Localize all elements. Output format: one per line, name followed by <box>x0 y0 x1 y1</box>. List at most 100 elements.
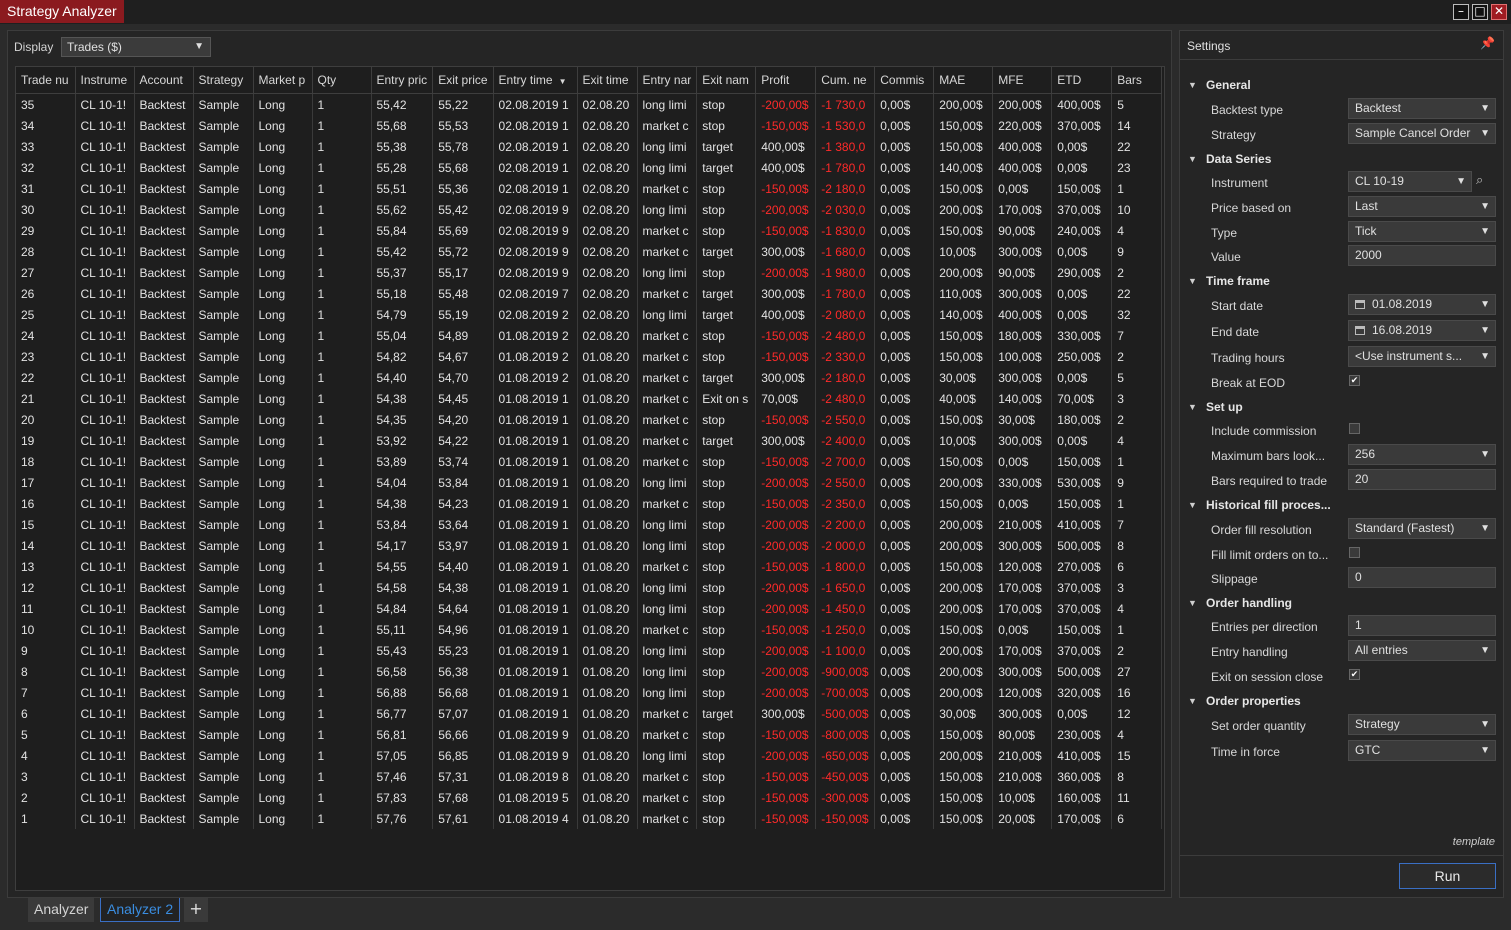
table-row[interactable]: 5 CL 10-1! Backtest Sample Long 1 56,81 56,66 01… <box>16 724 1163 745</box>
table-row[interactable]: 9 CL 10-1! Backtest Sample Long 1 55,43 55,23 01… <box>16 640 1163 661</box>
table-row[interactable]: 33 CL 10-1! Backtest Sample Long 1 55,38 55,78 0… <box>16 136 1163 157</box>
checkbox[interactable] <box>1349 547 1360 558</box>
table-row[interactable]: 34 CL 10-1! Backtest Sample Long 1 55,68 55,53 0… <box>16 115 1163 136</box>
checkbox[interactable]: ✔ <box>1349 375 1360 386</box>
dropdown-select[interactable]: All entries ▼ <box>1348 640 1496 661</box>
table-row[interactable]: 20 CL 10-1! Backtest Sample Long 1 54,35 54,20 0… <box>16 409 1163 430</box>
table-row[interactable]: 23 CL 10-1! Backtest Sample Long 1 54,82 54,67 0… <box>16 346 1163 367</box>
text-field[interactable]: 20 <box>1348 469 1496 490</box>
text-field[interactable]: 2000 <box>1348 245 1496 266</box>
display-select[interactable]: Trades ($) ▼ <box>61 37 211 57</box>
maximize-icon[interactable]: □ <box>1472 4 1488 20</box>
table-row[interactable]: 30 CL 10-1! Backtest Sample Long 1 55,62 55,42 0… <box>16 199 1163 220</box>
table-row[interactable]: 11 CL 10-1! Backtest Sample Long 1 54,84 54,64 0… <box>16 598 1163 619</box>
table-row[interactable]: 2 CL 10-1! Backtest Sample Long 1 57,83 57,68 01… <box>16 787 1163 808</box>
column-header[interactable]: Qty <box>312 67 372 94</box>
dropdown-select[interactable]: GTC ▼ <box>1348 740 1496 761</box>
table-row[interactable]: 17 CL 10-1! Backtest Sample Long 1 54,04 53,84 0… <box>16 472 1163 493</box>
column-header[interactable]: ETD <box>1051 67 1113 94</box>
column-header[interactable]: Entry pric <box>371 67 434 94</box>
template-link[interactable]: template <box>1453 836 1495 848</box>
column-header[interactable]: Account <box>134 67 194 94</box>
checkbox[interactable] <box>1349 423 1360 434</box>
minimize-icon[interactable]: – <box>1453 4 1469 20</box>
column-header[interactable]: Commis <box>874 67 935 94</box>
tab-analyzer[interactable]: Analyzer <box>28 898 95 922</box>
table-row[interactable]: 31 CL 10-1! Backtest Sample Long 1 55,51 55,36 0… <box>16 178 1163 199</box>
table-row[interactable]: 21 CL 10-1! Backtest Sample Long 1 54,38 54,45 0… <box>16 388 1163 409</box>
column-header[interactable]: Cum. ne <box>815 67 876 94</box>
instrument-select[interactable]: CL 10-19 ▼ <box>1348 171 1472 192</box>
table-row[interactable]: 15 CL 10-1! Backtest Sample Long 1 53,84 53,64 0… <box>16 514 1163 535</box>
table-cell: 01.08.2019 1 <box>493 682 578 703</box>
table-row[interactable]: 16 CL 10-1! Backtest Sample Long 1 54,38 54,23 0… <box>16 493 1163 514</box>
column-header[interactable]: Exit price <box>432 67 494 94</box>
collapse-arrow-icon[interactable]: ▼ <box>1188 500 1197 510</box>
table-row[interactable]: 19 CL 10-1! Backtest Sample Long 1 53,92 54,22 0… <box>16 430 1163 451</box>
dropdown-select[interactable]: 256 ▼ <box>1348 444 1496 465</box>
dropdown-select[interactable]: Backtest ▼ <box>1348 98 1496 119</box>
text-field[interactable]: 0 <box>1348 567 1496 588</box>
column-header[interactable]: Entry nar <box>637 67 698 94</box>
table-row[interactable]: 32 CL 10-1! Backtest Sample Long 1 55,28 55,68 0… <box>16 157 1163 178</box>
date-picker[interactable]: 01.08.2019 ▼ <box>1348 294 1496 315</box>
table-row[interactable]: 29 CL 10-1! Backtest Sample Long 1 55,84 55,69 0… <box>16 220 1163 241</box>
dropdown-select[interactable]: <Use instrument s... ▼ <box>1348 346 1496 367</box>
table-cell: 300,00$ <box>992 703 1053 724</box>
column-header[interactable]: Strategy <box>193 67 254 94</box>
column-header[interactable]: Entry time ▼ <box>493 67 578 94</box>
pin-icon[interactable]: 📌 <box>1480 36 1495 50</box>
table-row[interactable]: 26 CL 10-1! Backtest Sample Long 1 55,18 55,48 0… <box>16 283 1163 304</box>
table-row[interactable]: 14 CL 10-1! Backtest Sample Long 1 54,17 53,97 0… <box>16 535 1163 556</box>
close-icon[interactable]: ✕ <box>1491 4 1507 20</box>
dropdown-select[interactable]: Standard (Fastest) ▼ <box>1348 518 1496 539</box>
table-row[interactable]: 12 CL 10-1! Backtest Sample Long 1 54,58 54,38 0… <box>16 577 1163 598</box>
table-row[interactable]: 28 CL 10-1! Backtest Sample Long 1 55,42 55,72 0… <box>16 241 1163 262</box>
dropdown-select[interactable]: Strategy ▼ <box>1348 714 1496 735</box>
text-field[interactable]: 1 <box>1348 615 1496 636</box>
table-row[interactable]: 25 CL 10-1! Backtest Sample Long 1 54,79 55,19 0… <box>16 304 1163 325</box>
dropdown-select[interactable]: Tick ▼ <box>1348 221 1496 242</box>
table-row[interactable]: 1 CL 10-1! Backtest Sample Long 1 57,76 57,61 01… <box>16 808 1163 829</box>
search-icon[interactable]: ⌕ <box>1476 172 1483 188</box>
table-row[interactable]: 3 CL 10-1! Backtest Sample Long 1 57,46 57,31 01… <box>16 766 1163 787</box>
table-row[interactable]: 10 CL 10-1! Backtest Sample Long 1 55,11 54,96 0… <box>16 619 1163 640</box>
table-row[interactable]: 6 CL 10-1! Backtest Sample Long 1 56,77 57,07 01… <box>16 703 1163 724</box>
trades-grid[interactable]: Trade nu Instrume Account Strategy Market p Q… <box>15 66 1165 891</box>
column-header[interactable]: Exit time <box>577 67 638 94</box>
table-cell: 01.08.2019 1 <box>493 577 578 598</box>
table-row[interactable]: 35 CL 10-1! Backtest Sample Long 1 55,42 55,22 0… <box>16 93 1163 115</box>
table-row[interactable]: 24 CL 10-1! Backtest Sample Long 1 55,04 54,89 0… <box>16 325 1163 346</box>
collapse-arrow-icon[interactable]: ▼ <box>1188 598 1197 608</box>
column-header[interactable]: Profit <box>755 67 817 94</box>
collapse-arrow-icon[interactable]: ▼ <box>1188 154 1197 164</box>
column-header[interactable]: Bars <box>1111 67 1163 94</box>
table-row[interactable]: 8 CL 10-1! Backtest Sample Long 1 56,58 56,38 01… <box>16 661 1163 682</box>
collapse-arrow-icon[interactable]: ▼ <box>1188 696 1197 706</box>
collapse-arrow-icon[interactable]: ▼ <box>1188 402 1197 412</box>
column-header[interactable]: Market p <box>253 67 313 94</box>
column-header[interactable]: Exit nam <box>696 67 757 94</box>
table-row[interactable]: 18 CL 10-1! Backtest Sample Long 1 53,89 53,74 0… <box>16 451 1163 472</box>
table-row[interactable]: 22 CL 10-1! Backtest Sample Long 1 54,40 54,70 0… <box>16 367 1163 388</box>
tab-analyzer-2[interactable]: Analyzer 2 <box>100 898 181 922</box>
column-header[interactable]: Instrume <box>75 67 135 94</box>
collapse-arrow-icon[interactable]: ▼ <box>1188 276 1197 286</box>
column-header[interactable]: MAE <box>933 67 994 94</box>
dropdown-select[interactable]: Last ▼ <box>1348 196 1496 217</box>
table-row[interactable]: 7 CL 10-1! Backtest Sample Long 1 56,88 56,68 01… <box>16 682 1163 703</box>
table-cell: 200,00$ <box>933 93 994 115</box>
column-header[interactable]: Trade nu <box>16 67 76 94</box>
table-row[interactable]: 13 CL 10-1! Backtest Sample Long 1 54,55 54,40 0… <box>16 556 1163 577</box>
date-picker[interactable]: 16.08.2019 ▼ <box>1348 320 1496 341</box>
table-cell: Backtest <box>134 577 194 598</box>
checkbox[interactable]: ✔ <box>1349 669 1360 680</box>
run-button[interactable]: Run <box>1399 863 1496 889</box>
table-row[interactable]: 27 CL 10-1! Backtest Sample Long 1 55,37 55,17 0… <box>16 262 1163 283</box>
collapse-arrow-icon[interactable]: ▼ <box>1188 80 1197 90</box>
table-row[interactable]: 4 CL 10-1! Backtest Sample Long 1 57,05 56,85 01… <box>16 745 1163 766</box>
column-header[interactable]: MFE <box>992 67 1053 94</box>
dropdown-select[interactable]: Sample Cancel Order ▼ <box>1348 123 1496 144</box>
table-cell: 150,00$ <box>933 136 994 157</box>
add-tab-button[interactable]: + <box>184 898 208 922</box>
